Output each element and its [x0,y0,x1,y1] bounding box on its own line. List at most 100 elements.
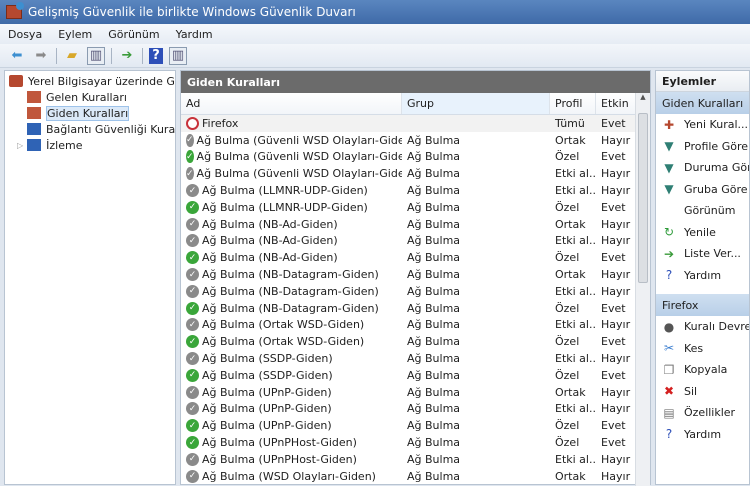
table-row[interactable]: ✓ Ağ Bulma (NB-Datagram-Giden) Ağ Bulma E… [181,283,636,300]
table-row[interactable]: ✓ Ağ Bulma (SSDP-Giden) Ağ Bulma Özel Eve… [181,367,636,384]
action-item[interactable]: ? Yardım [656,265,749,287]
disabled-rule-icon: ✓ [186,469,199,483]
rule-profile: Ortak [555,133,586,147]
table-row[interactable]: ✓ Ağ Bulma (NB-Ad-Giden) Ağ Bulma Özel Ev… [181,249,636,266]
table-row[interactable]: ✓ Ağ Bulma (UPnP-Giden) Ağ Bulma Özel Eve… [181,417,636,434]
delete-icon: ✖ [663,384,675,399]
forward-icon[interactable]: ➡ [32,47,50,65]
rule-name: ✓ Ağ Bulma (NB-Datagram-Giden) [181,268,402,282]
enabled-check-icon: ✓ [186,251,199,265]
help-icon: ? [665,427,673,442]
action-item[interactable]: ▤ Özellikler [656,402,749,424]
action-item[interactable]: ✖ Sil [656,381,749,403]
enabled-check-icon: ✓ [186,335,199,349]
tree-item-connection-security-rules[interactable]: Bağlantı Güvenliği Kuralları [5,121,175,137]
vertical-scrollbar[interactable]: ▲ [635,93,650,486]
actions-section-header[interactable]: Giden Kuralları [656,92,749,114]
back-icon[interactable]: ⬅ [8,47,26,65]
rule-enabled: Evet [601,116,626,130]
enabled-check-icon: ✓ [186,419,199,433]
rule-name: ✓ Ağ Bulma (NB-Datagram-Giden) [181,284,402,298]
action-item[interactable]: ✚ Yeni Kural... [656,114,749,136]
table-row[interactable]: ✓ Ağ Bulma (UPnPHost-Giden) Ağ Bulma Etki… [181,451,636,468]
action-item[interactable]: ❐ Kopyala [656,359,749,381]
disable-rule-icon: ● [663,319,675,334]
table-row[interactable]: ✓ Ağ Bulma (LLMNR-UDP-Giden) Ağ Bulma Etk… [181,182,636,199]
rule-name: ✓ Ağ Bulma (UPnPHost-Giden) [181,452,402,466]
scrollbar-thumb[interactable] [638,113,648,283]
action-item[interactable]: ▼Duruma Göre Filtrele [656,157,749,179]
rule-name: ✓ Ağ Bulma (UPnP-Giden) [181,385,402,399]
table-row[interactable]: ✓ Ağ Bulma (Ortak WSD-Giden) Ağ Bulma Öze… [181,333,636,350]
table-row[interactable]: ✓ Ağ Bulma (Güvenli WSD Olayları-Giden) A… [181,132,636,149]
up-folder-icon[interactable]: ▰ [63,47,81,65]
table-row[interactable]: ✓ Ağ Bulma (Güvenli WSD Olayları-Giden) A… [181,165,636,182]
show-hide-tree-icon[interactable]: ▥ [87,46,105,65]
column-profil[interactable]: Profil [550,93,596,114]
action-item[interactable]: ✂ Kes [656,338,749,360]
tree-item-inbound-rules[interactable]: Gelen Kuralları [5,89,175,105]
table-row[interactable]: ✓ Ağ Bulma (NB-Datagram-Giden) Ağ Bulma Ö… [181,300,636,317]
table-row[interactable]: ✓ Ağ Bulma (NB-Ad-Giden) Ağ Bulma Ortak H… [181,216,636,233]
action-item[interactable]: Görünüm [656,200,749,222]
table-row[interactable]: Firefox Tümü Evet [181,115,636,132]
actions-section-header[interactable]: Firefox [656,294,749,316]
rule-group: Ağ Bulma [407,318,461,332]
rule-enabled: Evet [601,301,626,315]
action-item[interactable]: ↻ Yenile [656,222,749,244]
action-item[interactable]: ▼Profile Göre Filtrele [656,136,749,158]
table-row[interactable]: ✓ Ağ Bulma (NB-Datagram-Giden) Ağ Bulma O… [181,266,636,283]
toolbar-divider [56,47,57,64]
menu-dosya[interactable]: Dosya [8,28,42,41]
rule-group: Ağ Bulma [407,167,461,181]
table-row[interactable]: ✓ Ağ Bulma (UPnP-Giden) Ağ Bulma Ortak Ha… [181,384,636,401]
rule-profile: Özel [555,251,580,265]
rule-group: Ağ Bulma [407,217,461,231]
help-icon[interactable]: ? [149,47,163,64]
menu-yardim[interactable]: Yardım [176,28,213,41]
menu-gorunum[interactable]: Görünüm [108,28,159,41]
rule-name: ✓ Ağ Bulma (SSDP-Giden) [181,352,402,366]
rule-name: Firefox [181,116,402,130]
expand-arrow-icon[interactable]: ▷ [17,141,23,150]
disabled-rule-icon: ✓ [186,452,199,466]
action-item[interactable]: ▼Gruba Göre Filtrele [656,179,749,201]
table-row[interactable]: ✓ Ağ Bulma (Güvenli WSD Olayları-Giden) A… [181,149,636,166]
rule-name: ✓ Ağ Bulma (LLMNR-UDP-Giden) [181,200,402,214]
rule-name: ✓ Ağ Bulma (Güvenli WSD Olayları-Giden) [186,133,402,147]
rule-name: ✓ Ağ Bulma (UPnP-Giden) [181,402,402,416]
action-item[interactable]: ➔ Liste Ver... [656,243,749,265]
toolbar-divider [111,47,112,64]
rule-profile: Etki al... [555,402,596,416]
rule-profile: Özel [555,419,580,433]
table-row[interactable]: ✓ Ağ Bulma (NB-Ad-Giden) Ağ Bulma Etki al… [181,233,636,250]
table-row[interactable]: ✓ Ağ Bulma (UPnP-Giden) Ağ Bulma Etki al.… [181,401,636,418]
scroll-up-icon[interactable]: ▲ [636,93,650,107]
menu-eylem[interactable]: Eylem [58,28,92,41]
disabled-rule-icon: ✓ [186,133,194,147]
column-grup[interactable]: Grup [402,93,550,114]
tree-item-outbound-rules[interactable]: Giden Kuralları [5,105,175,121]
rule-group: Ağ Bulma [407,352,461,366]
action-item[interactable]: ●Kuralı Devre Dışı Bırak [656,316,749,338]
table-row[interactable]: ✓ Ağ Bulma (UPnPHost-Giden) Ağ Bulma Özel… [181,434,636,451]
connection-security-icon [27,123,41,135]
column-etkin[interactable]: Etkin [596,93,636,114]
rule-enabled: Hayır [601,217,631,231]
rule-enabled: Evet [601,368,626,382]
table-row[interactable]: ✓ Ağ Bulma (WSD Olayları-Giden) Ağ Bulma … [181,468,636,485]
table-row[interactable]: ✓ Ağ Bulma (LLMNR-UDP-Giden) Ağ Bulma Öze… [181,199,636,216]
column-ad[interactable]: Ad [181,93,402,114]
rule-name: ✓ Ağ Bulma (NB-Datagram-Giden) [181,301,402,315]
export-icon[interactable]: ➔ [118,47,136,65]
tree-root[interactable]: Yerel Bilgisayar üzerinde Gelişmiş Güven… [5,73,175,89]
rule-enabled: Hayır [601,184,631,198]
enabled-check-icon: ✓ [186,200,199,214]
rule-group: Ağ Bulma [407,368,461,382]
show-hide-action-icon[interactable]: ▥ [169,46,187,65]
table-row[interactable]: ✓ Ağ Bulma (SSDP-Giden) Ağ Bulma Etki al.… [181,350,636,367]
tree-item-monitoring[interactable]: ▷ İzleme [5,137,175,153]
action-item[interactable]: ? Yardım [656,424,749,446]
enabled-check-icon: ✓ [186,301,199,315]
table-row[interactable]: ✓ Ağ Bulma (Ortak WSD-Giden) Ağ Bulma Etk… [181,317,636,334]
